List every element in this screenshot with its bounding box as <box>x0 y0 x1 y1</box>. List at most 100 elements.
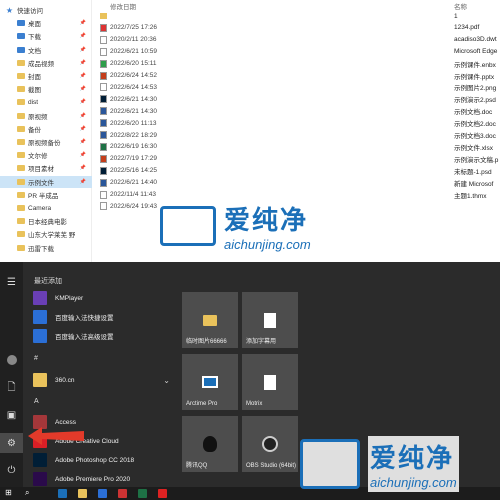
file-icon <box>100 166 107 175</box>
nav-item[interactable]: dist 📌 <box>0 96 92 108</box>
nav-item[interactable]: 日本经典电影 <box>0 215 92 227</box>
folder-icon <box>17 191 25 198</box>
nav-item[interactable]: 文档 📌 <box>0 44 92 56</box>
nav-item-label: 成品视频 <box>28 60 54 68</box>
folder-icon <box>17 73 25 79</box>
nav-item[interactable]: 项目素材 📌 <box>0 162 92 174</box>
taskbar-app-icon[interactable] <box>158 489 167 498</box>
nav-item[interactable]: 桌面 📌 <box>0 17 92 29</box>
taskbar-app-icon[interactable] <box>138 489 147 498</box>
app-tile[interactable]: 临时图片66666 <box>182 292 238 348</box>
file-row[interactable]: 2022/6/19 16:30 示例文件.xlsx <box>93 141 500 153</box>
file-row[interactable]: 2022/7/25 17:26 1234.pdf <box>93 22 500 34</box>
nav-item[interactable]: PR 半成品 <box>0 189 92 201</box>
file-icon <box>100 13 107 19</box>
nav-item[interactable]: 示例文件 📌 <box>0 175 92 188</box>
file-name: 示例演示2.psd <box>454 97 496 105</box>
folder-icon <box>17 165 25 172</box>
app-list-item[interactable]: 360.cn ⌄ <box>28 371 176 389</box>
taskbar-app-icon[interactable] <box>118 489 127 498</box>
file-row[interactable]: 2022/6/21 10:59 Microsoft Edge <box>93 46 500 58</box>
file-icon <box>100 154 107 163</box>
app-tile[interactable]: Arctime Pro <box>182 354 238 410</box>
file-icon <box>100 59 107 68</box>
tile-label: 临时图片66666 <box>186 339 227 345</box>
pin-icon: 📌 <box>79 125 86 132</box>
nav-item[interactable]: 山东大学莱芜 野 <box>0 228 92 240</box>
app-tile[interactable]: 添加字幕用 <box>242 292 298 348</box>
nav-item[interactable]: 成品视频 📌 <box>0 57 92 69</box>
file-date: 2022/6/24 19:43 <box>110 202 157 210</box>
file-row[interactable]: 2022/6/21 14:40 新建 Microsof <box>93 177 500 189</box>
file-icon <box>100 178 107 187</box>
nav-item-label: PR 半成品 <box>28 192 59 200</box>
file-date: 2022/6/21 14:30 <box>110 95 157 103</box>
nav-item[interactable]: 下载 📌 <box>0 30 92 42</box>
section-header-hash[interactable]: # <box>34 355 38 362</box>
section-header-a[interactable]: A <box>34 398 39 405</box>
nav-item[interactable]: 封面 📌 <box>0 70 92 82</box>
pin-icon: 📌 <box>79 112 86 119</box>
pin-icon: 📌 <box>79 73 86 79</box>
file-row[interactable]: 2020/2/11 20:36 acadiso3D.dwt <box>93 34 500 46</box>
app-list-item[interactable]: Adobe Photoshop CC 2018 <box>28 451 176 469</box>
power-icon[interactable]: ⏻ <box>0 460 23 480</box>
nav-item[interactable]: 原视频备份 📌 <box>0 136 92 148</box>
search-icon[interactable]: ⌕ <box>25 488 34 497</box>
file-row[interactable]: 1 <box>93 10 500 22</box>
file-name: 1 <box>454 12 458 20</box>
file-date: 2022/6/20 15:11 <box>110 60 157 68</box>
file-row[interactable]: 2022/8/22 18:29 示例文档3.doc <box>93 129 500 141</box>
nav-item[interactable]: 迅雷下载 <box>0 242 92 254</box>
user-avatar-icon[interactable] <box>0 350 23 370</box>
app-icon <box>33 329 47 343</box>
file-icon <box>100 23 107 32</box>
nav-item[interactable]: 备份 📌 <box>0 123 92 135</box>
pin-icon: 📌 <box>79 178 86 185</box>
nav-item[interactable]: Camera <box>0 202 92 214</box>
nav-item-label: 原视频备份 <box>28 140 61 147</box>
pictures-icon[interactable]: ▣ <box>0 405 23 425</box>
taskbar-explorer-icon[interactable] <box>78 489 87 498</box>
nav-item-label: Camera <box>28 204 52 212</box>
app-icon <box>33 310 47 324</box>
watermark-brand: 爱纯净 <box>224 205 309 235</box>
app-tile[interactable]: Motrix <box>242 354 298 410</box>
documents-icon[interactable]: 🗋 <box>0 378 23 398</box>
file-row[interactable]: 2022/6/21 14:30 示例演示2.psd <box>93 93 500 105</box>
file-row[interactable]: 2022/6/24 14:53 示例图片2.png <box>93 81 500 93</box>
tile-label: 添加字幕用 <box>246 339 277 345</box>
start-button-icon[interactable]: ⊞ <box>5 488 14 497</box>
file-row[interactable]: 2022/11/4 11:43 主题1.thmx <box>93 189 500 201</box>
file-row[interactable]: 2022/5/16 14:25 未标题-1.psd <box>93 165 500 177</box>
app-tile[interactable]: 腾讯QQ <box>182 416 238 472</box>
file-date: 2022/6/21 14:40 <box>110 179 157 187</box>
folder-icon <box>203 314 217 326</box>
file-date: 2022/6/21 14:30 <box>110 107 157 115</box>
app-list-item[interactable]: 百度输入法快捷设置 <box>28 308 176 326</box>
settings-gear-icon[interactable]: ⚙ <box>0 433 23 453</box>
taskbar-app-icon[interactable] <box>58 489 67 498</box>
app-list-item[interactable]: Adobe Premiere Pro 2020 <box>28 470 176 488</box>
file-row[interactable]: 2022/6/21 14:30 示例文档.doc <box>93 105 500 117</box>
file-name: 示例课件.pptx <box>454 73 495 81</box>
file-row[interactable]: 2022/6/20 15:11 示例课件.enbx <box>93 58 500 70</box>
file-row[interactable]: 2022/7/19 17:29 示例演示文稿.p <box>93 153 500 165</box>
nav-item[interactable]: 截图 📌 <box>0 83 92 95</box>
nav-item[interactable]: ★ 快速访问 <box>0 4 92 16</box>
app-list-item[interactable]: 百度输入法高级设置 <box>28 327 176 345</box>
app-list-item[interactable]: KMPlayer <box>28 289 176 307</box>
file-row[interactable]: 2022/6/20 11:13 示例文档2.doc <box>93 117 500 129</box>
file-icon <box>100 119 107 128</box>
chevron-down-icon[interactable]: ⌄ <box>163 376 170 385</box>
nav-item-label: 迅雷下载 <box>28 245 54 253</box>
app-tile[interactable]: OBS Studio (64bit) <box>242 416 298 472</box>
nav-item[interactable]: 原视频 📌 <box>0 110 92 122</box>
taskbar-app-icon[interactable] <box>98 489 107 498</box>
file-row[interactable]: 2022/6/24 14:52 示例课件.pptx <box>93 70 500 82</box>
app-label: 百度输入法高级设置 <box>55 334 114 341</box>
app-icon <box>33 291 47 305</box>
hamburger-menu-icon[interactable]: ☰ <box>0 272 23 292</box>
folder-icon <box>17 20 25 27</box>
nav-item[interactable]: 文尔修 📌 <box>0 149 92 161</box>
